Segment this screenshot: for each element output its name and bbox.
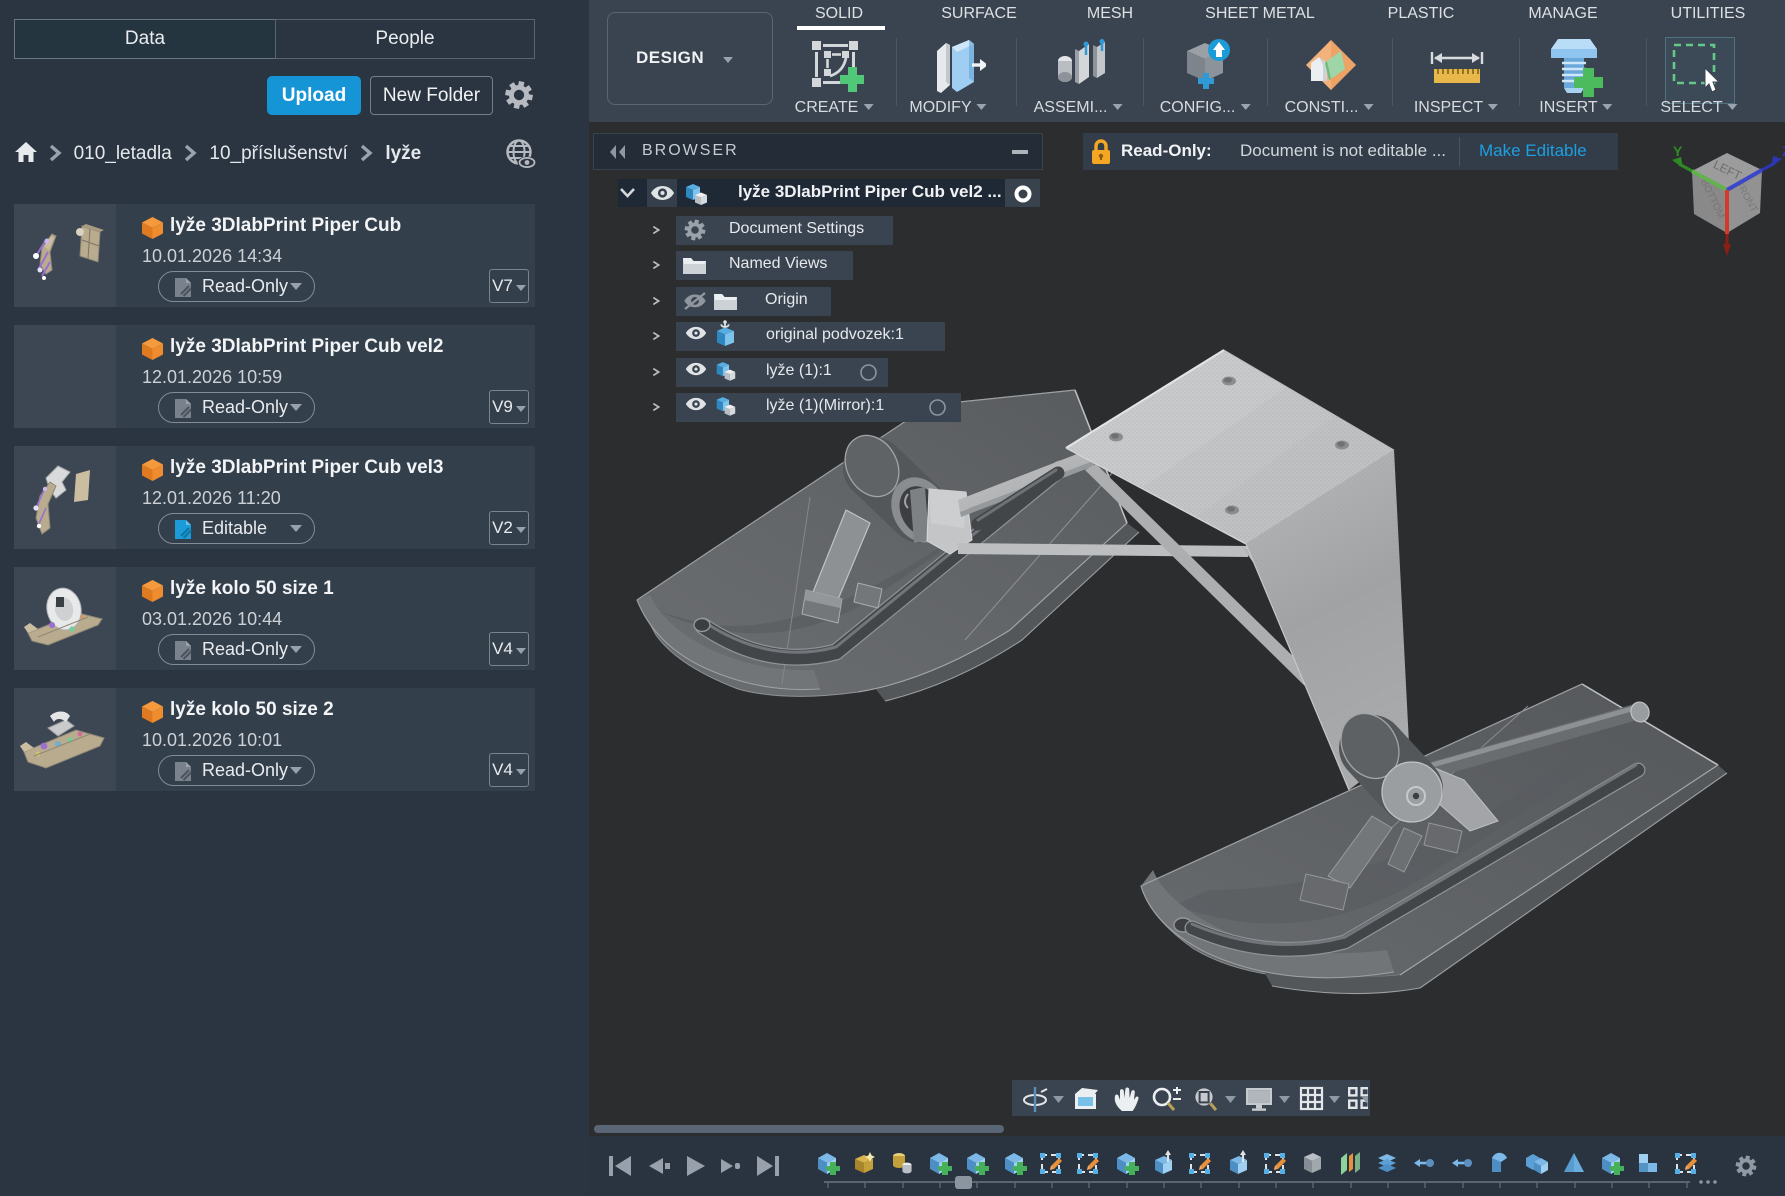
- svg-text:Y: Y: [1673, 143, 1683, 159]
